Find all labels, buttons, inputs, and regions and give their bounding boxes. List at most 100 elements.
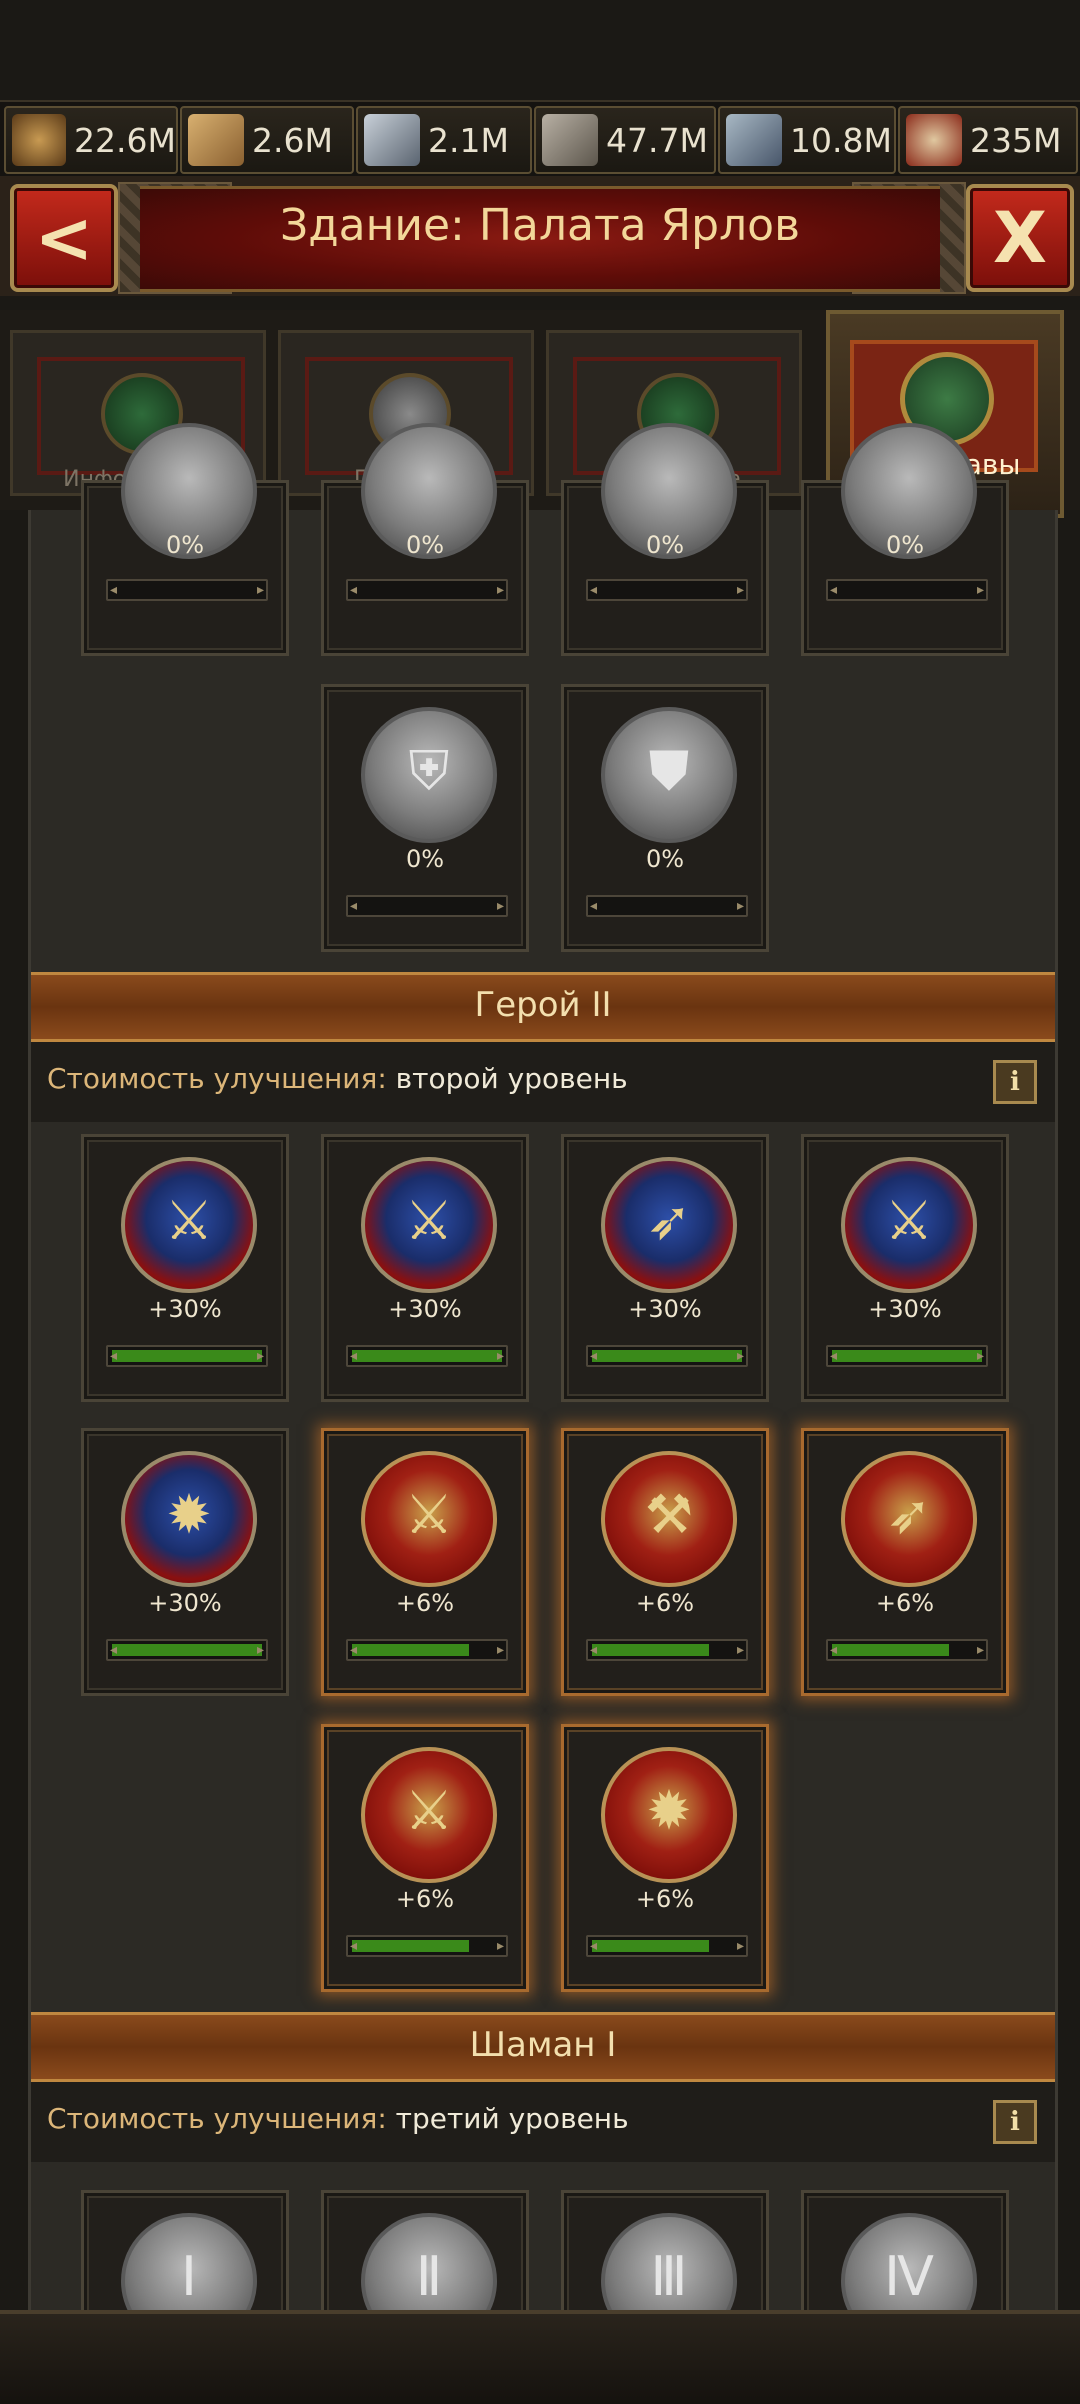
progress-fill	[832, 1350, 982, 1362]
info-button[interactable]: i	[993, 1060, 1037, 1104]
horned-helmet-badge-icon: ⚒	[601, 1451, 737, 1587]
bonus-card[interactable]: ⚔ +30% ◂ ▸	[81, 1134, 289, 1402]
weapon-glyph: ⚔	[884, 1189, 934, 1252]
resource-treasure[interactable]: 235M	[898, 106, 1078, 174]
upgrade-cost-text: Стоимость улучшения: второй уровень	[47, 1062, 628, 1095]
bonus-card[interactable]: ⚔ +30% ◂ ▸	[321, 1134, 529, 1402]
upgrade-cost-value: третий уровень	[395, 2102, 629, 2135]
weapon-glyph: ⚔	[404, 1779, 454, 1842]
progress-bar: ◂ ▸	[826, 1639, 988, 1661]
horned-helmet-badge-icon: ➶	[841, 1451, 977, 1587]
progress-bar: ◂ ▸	[586, 1639, 748, 1661]
close-button[interactable]: X	[966, 184, 1074, 292]
progress-fill	[592, 1350, 742, 1362]
bonus-value: +30%	[628, 1295, 702, 1323]
weapon-glyph: ➶	[646, 1189, 692, 1252]
progress-bar: ◂ ▸	[346, 1935, 508, 1957]
section-header-shaman: Шаман I	[31, 2012, 1055, 2082]
bonus-card[interactable]: 0% ◂ ▸	[321, 423, 529, 656]
back-button[interactable]: <	[10, 184, 118, 292]
progress-bar: ◂ ▸	[106, 1639, 268, 1661]
info-button[interactable]: i	[993, 2100, 1037, 2144]
progress-bar: ◂ ▸	[586, 895, 748, 917]
bonus-card[interactable]: Ⅲ	[561, 2190, 769, 2349]
weapon-glyph: ⚔	[404, 1483, 454, 1546]
totem-glyph: Ⅱ	[415, 2245, 443, 2308]
bonus-value: 0%	[405, 531, 445, 559]
weapon-glyph: ⚒	[644, 1483, 694, 1546]
bonus-card[interactable]: ➶ +6% ◂ ▸	[801, 1428, 1009, 1696]
resource-value: 2.1M	[428, 120, 509, 160]
upgrade-cost-text: Стоимость улучшения: третий уровень	[47, 2102, 629, 2135]
close-icon: X	[993, 197, 1047, 279]
treasure-chest-icon	[906, 114, 962, 166]
building-header: Здание: Палата Ярлов < X	[0, 176, 1080, 296]
hammer-icon	[726, 114, 782, 166]
progress-bar: ◂ ▸	[826, 1345, 988, 1367]
bonus-value: +6%	[395, 1885, 455, 1913]
resource-stone[interactable]: 47.7M	[534, 106, 716, 174]
progress-fill	[112, 1644, 262, 1656]
bonus-card[interactable]: ⚒ +6% ◂ ▸	[561, 1428, 769, 1696]
bonus-card[interactable]: ✹ +30% ◂ ▸	[81, 1428, 289, 1696]
bonus-value: 0%	[165, 531, 205, 559]
weapon-glyph: ✹	[166, 1483, 212, 1546]
progress-bar: ◂ ▸	[346, 1345, 508, 1367]
progress-bar: ◂ ▸	[346, 1639, 508, 1661]
resource-value: 47.7M	[606, 120, 708, 160]
bonus-card[interactable]: 0% ◂ ▸	[801, 423, 1009, 656]
bonus-card[interactable]: ⛊ 0% ◂ ▸	[561, 684, 769, 952]
bonus-value: +30%	[868, 1295, 942, 1323]
progress-fill	[352, 1644, 469, 1656]
resource-wood[interactable]: 2.6M	[180, 106, 354, 174]
upgrade-cost-value: второй уровень	[395, 1062, 628, 1095]
bonus-card[interactable]: 0% ◂ ▸	[561, 423, 769, 656]
bonus-card[interactable]: ⚔ +6% ◂ ▸	[321, 1724, 529, 1992]
progress-fill	[352, 1350, 502, 1362]
bottom-frame	[0, 2310, 1080, 2404]
resource-hammer[interactable]: 10.8M	[718, 106, 896, 174]
stone-blocks-icon	[542, 114, 598, 166]
helmet-shield-badge-icon: ⚔	[841, 1157, 977, 1293]
progress-bar: ◂ ▸	[106, 1345, 268, 1367]
bonus-card[interactable]: ⚔ +30% ◂ ▸	[801, 1134, 1009, 1402]
bonus-card[interactable]: ⚔ +6% ◂ ▸	[321, 1428, 529, 1696]
bonus-card[interactable]: ➶ +30% ◂ ▸	[561, 1134, 769, 1402]
progress-bar: ◂ ▸	[346, 895, 508, 917]
resource-value: 2.6M	[252, 120, 333, 160]
weapon-glyph: ➶	[886, 1483, 932, 1546]
weapon-glyph: ⚔	[164, 1189, 214, 1252]
resource-bar: 22.6M 2.6M 2.1M 47.7M 10.8M 235M	[0, 100, 1080, 178]
section-header-hero: Герой II	[31, 972, 1055, 1042]
bonus-value: +30%	[388, 1295, 462, 1323]
horned-helmet-badge-icon: ⚔	[361, 1747, 497, 1883]
progress-fill	[592, 1644, 709, 1656]
chevron-left-icon: <	[34, 197, 94, 279]
bonus-card[interactable]: 0% ◂ ▸	[81, 423, 289, 656]
beer-mug-icon	[12, 114, 67, 166]
bonus-card[interactable]: Ⅱ	[321, 2190, 529, 2349]
hall-of-fame-list[interactable]: 0% ◂ ▸ 0% ◂ ▸ 0% ◂ ▸ 0% ◂ ▸ ⛨ 0% ◂ ▸ ⛊ 0% ◂ ▸ …	[28, 423, 1058, 2349]
section-title: Шаман I	[469, 2025, 617, 2065]
resource-beer[interactable]: 22.6M	[4, 106, 178, 174]
resource-value: 22.6M	[74, 120, 176, 160]
bonus-value: +6%	[635, 1885, 695, 1913]
bonus-card[interactable]: ⛨ 0% ◂ ▸	[321, 684, 529, 952]
shield-glyph: ⛊	[648, 739, 690, 802]
bonus-value: +6%	[395, 1589, 455, 1617]
resource-iron[interactable]: 2.1M	[356, 106, 532, 174]
progress-bar: ◂ ▸	[586, 1345, 748, 1367]
resource-value: 10.8M	[790, 120, 892, 160]
bonus-value: +6%	[635, 1589, 695, 1617]
totem-glyph: Ⅳ	[884, 2245, 934, 2308]
progress-fill	[592, 1940, 709, 1952]
bonus-value: 0%	[645, 845, 685, 873]
progress-bar: ◂ ▸	[106, 579, 268, 601]
bonus-card[interactable]: Ⅰ	[81, 2190, 289, 2349]
bonus-card[interactable]: ✹ +6% ◂ ▸	[561, 1724, 769, 1992]
bonus-value: +30%	[148, 1295, 222, 1323]
bonus-card[interactable]: Ⅳ	[801, 2190, 1009, 2349]
progress-bar: ◂ ▸	[586, 1935, 748, 1957]
bonus-value: 0%	[645, 531, 685, 559]
bonus-value: 0%	[405, 845, 445, 873]
